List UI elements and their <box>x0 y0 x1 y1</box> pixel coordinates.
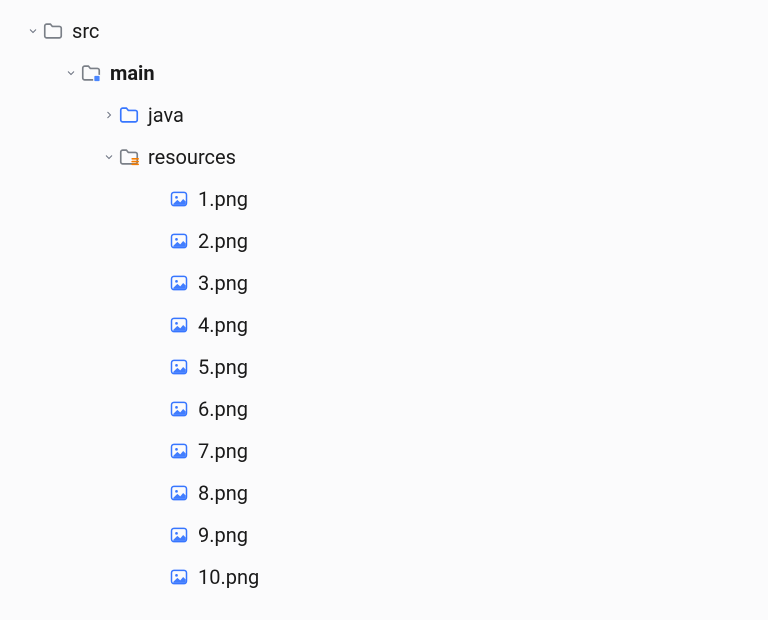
tree-node-label: 10.png <box>198 556 259 598</box>
tree-node-file[interactable]: 3.png <box>0 262 768 304</box>
image-file-icon <box>168 440 190 462</box>
tree-node-label: 9.png <box>198 514 248 556</box>
tree-node-label: 8.png <box>198 472 248 514</box>
tree-node-label: 3.png <box>198 262 248 304</box>
tree-node-file[interactable]: 2.png <box>0 220 768 262</box>
tree-node-label: java <box>148 94 184 136</box>
resource-folder-icon <box>118 146 140 168</box>
tree-node-label: resources <box>148 136 236 178</box>
tree-node-resources[interactable]: resources <box>0 136 768 178</box>
image-file-icon <box>168 272 190 294</box>
image-file-icon <box>168 524 190 546</box>
chevron-down-icon[interactable] <box>26 24 40 38</box>
image-file-icon <box>168 188 190 210</box>
chevron-down-icon[interactable] <box>102 150 116 164</box>
tree-node-label: main <box>110 52 155 94</box>
tree-node-label: 4.png <box>198 304 248 346</box>
tree-node-file[interactable]: 10.png <box>0 556 768 598</box>
image-file-icon <box>168 566 190 588</box>
tree-node-src[interactable]: src <box>0 10 768 52</box>
tree-node-file[interactable]: 5.png <box>0 346 768 388</box>
image-file-icon <box>168 230 190 252</box>
tree-node-java[interactable]: java <box>0 94 768 136</box>
folder-icon <box>42 20 64 42</box>
tree-node-file[interactable]: 7.png <box>0 430 768 472</box>
tree-node-label: src <box>72 10 99 52</box>
tree-node-label: 7.png <box>198 430 248 472</box>
source-folder-icon <box>118 104 140 126</box>
chevron-right-icon[interactable] <box>102 108 116 122</box>
tree-node-file[interactable]: 1.png <box>0 178 768 220</box>
project-tree: src main java <box>0 0 768 598</box>
tree-node-file[interactable]: 4.png <box>0 304 768 346</box>
tree-node-main[interactable]: main <box>0 52 768 94</box>
image-file-icon <box>168 314 190 336</box>
image-file-icon <box>168 356 190 378</box>
image-file-icon <box>168 482 190 504</box>
file-list: 1.png 2.png 3.png <box>0 178 768 598</box>
tree-node-label: 2.png <box>198 220 248 262</box>
tree-node-file[interactable]: 9.png <box>0 514 768 556</box>
tree-node-label: 1.png <box>198 178 248 220</box>
image-file-icon <box>168 398 190 420</box>
chevron-down-icon[interactable] <box>64 66 78 80</box>
tree-node-file[interactable]: 8.png <box>0 472 768 514</box>
tree-node-label: 5.png <box>198 346 248 388</box>
tree-node-file[interactable]: 6.png <box>0 388 768 430</box>
module-folder-icon <box>80 62 102 84</box>
tree-node-label: 6.png <box>198 388 248 430</box>
